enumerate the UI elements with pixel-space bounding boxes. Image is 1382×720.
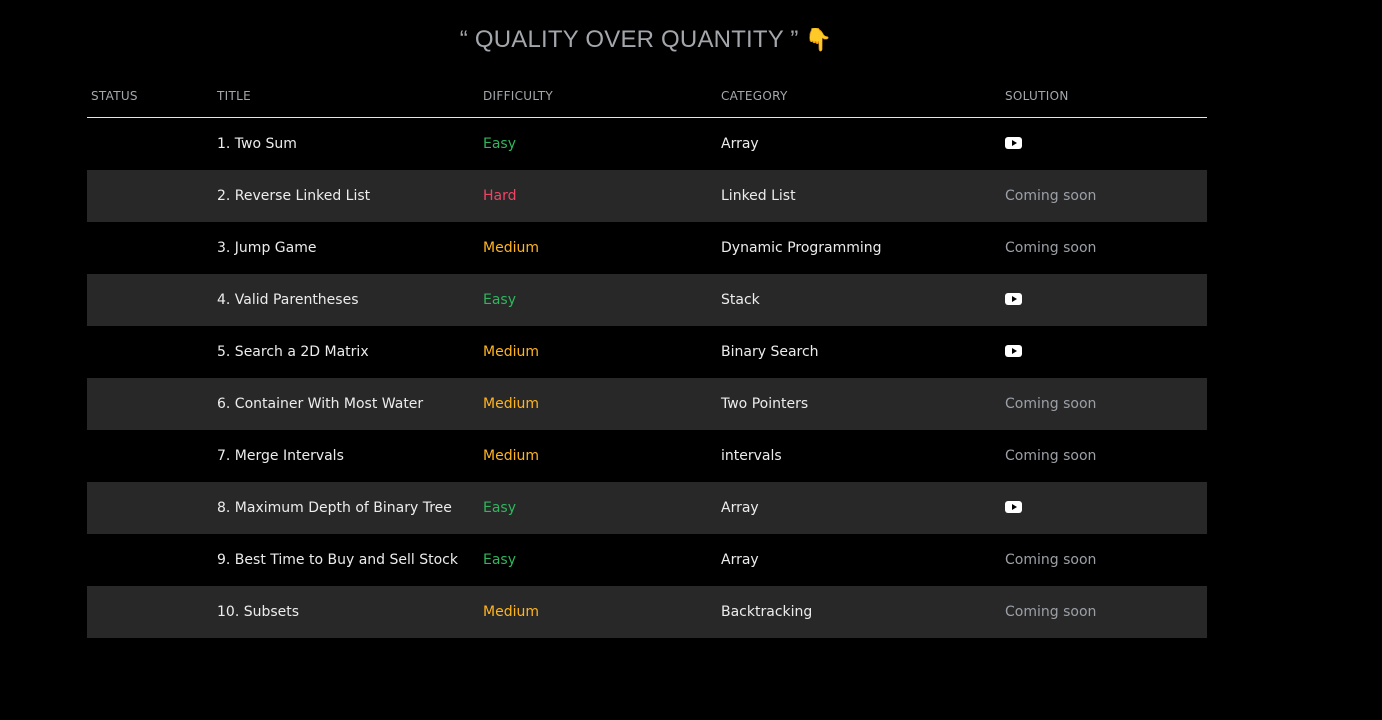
problem-title-link[interactable]: 1. Two Sum xyxy=(217,118,477,170)
coming-soon-text: Coming soon xyxy=(1005,240,1097,256)
problem-title-link[interactable]: 2. Reverse Linked List xyxy=(217,170,477,222)
table-row: 2. Reverse Linked List Hard Linked List Com… xyxy=(87,170,1207,222)
page-title-text: “ QUALITY OVER QUANTITY ” xyxy=(459,26,799,53)
status-cell[interactable] xyxy=(91,118,211,170)
category-label: Array xyxy=(721,136,759,152)
solution-cell: Coming soon xyxy=(1005,430,1205,482)
problem-title-link[interactable]: 4. Valid Parentheses xyxy=(217,274,477,326)
problem-title-link[interactable]: 10. Subsets xyxy=(217,586,477,638)
category-label: Binary Search xyxy=(721,344,819,360)
status-cell[interactable] xyxy=(91,222,211,274)
youtube-icon[interactable] xyxy=(1005,500,1022,513)
coming-soon-text: Coming soon xyxy=(1005,552,1097,568)
table-row: 5. Search a 2D Matrix Medium Binary Search xyxy=(87,326,1207,378)
status-cell[interactable] xyxy=(91,586,211,638)
column-header-difficulty: DIFFICULTY xyxy=(483,89,553,103)
solution-cell: Coming soon xyxy=(1005,222,1205,274)
table-row: 8. Maximum Depth of Binary Tree Easy Array xyxy=(87,482,1207,534)
pointing-down-icon: 👇 xyxy=(804,28,833,53)
problem-title-link[interactable]: 9. Best Time to Buy and Sell Stock xyxy=(217,534,477,586)
table-row: 4. Valid Parentheses Easy Stack xyxy=(87,274,1207,326)
table-row: 9. Best Time to Buy and Sell Stock Easy Ar… xyxy=(87,534,1207,586)
status-cell[interactable] xyxy=(91,430,211,482)
status-cell[interactable] xyxy=(91,274,211,326)
category-label: Array xyxy=(721,500,759,516)
difficulty-label: Medium xyxy=(483,448,539,464)
difficulty-label: Easy xyxy=(483,292,517,308)
difficulty-label: Easy xyxy=(483,136,517,152)
problems-table: STATUS TITLE DIFFICULTY CATEGORY SOLUTIO… xyxy=(87,78,1207,638)
column-header-solution: SOLUTION xyxy=(1005,89,1069,103)
difficulty-label: Easy xyxy=(483,552,517,568)
table-body: 1. Two Sum Easy Array 2. Reverse Linked Lis… xyxy=(87,118,1207,638)
coming-soon-text: Coming soon xyxy=(1005,396,1097,412)
category-label: Stack xyxy=(721,292,760,308)
category-label: Two Pointers xyxy=(721,396,809,412)
coming-soon-text: Coming soon xyxy=(1005,604,1097,620)
status-cell[interactable] xyxy=(91,170,211,222)
coming-soon-text: Coming soon xyxy=(1005,448,1097,464)
status-cell[interactable] xyxy=(91,326,211,378)
category-label: Backtracking xyxy=(721,604,813,620)
difficulty-label: Medium xyxy=(483,344,539,360)
problem-title-link[interactable]: 7. Merge Intervals xyxy=(217,430,477,482)
difficulty-label: Easy xyxy=(483,500,517,516)
status-cell[interactable] xyxy=(91,378,211,430)
table-row: 7. Merge Intervals Medium intervals Coming … xyxy=(87,430,1207,482)
solution-cell: Coming soon xyxy=(1005,378,1205,430)
problem-title-link[interactable]: 5. Search a 2D Matrix xyxy=(217,326,477,378)
table-row: 10. Subsets Medium Backtracking Coming soon xyxy=(87,586,1207,638)
table-row: 1. Two Sum Easy Array xyxy=(87,118,1207,170)
category-label: Linked List xyxy=(721,188,796,204)
problem-title-link[interactable]: 8. Maximum Depth of Binary Tree xyxy=(217,482,477,534)
table-header: STATUS TITLE DIFFICULTY CATEGORY SOLUTIO… xyxy=(87,78,1207,118)
youtube-icon[interactable] xyxy=(1005,344,1022,357)
table-row: 3. Jump Game Medium Dynamic Programming Com… xyxy=(87,222,1207,274)
solution-cell xyxy=(1005,482,1205,534)
status-cell[interactable] xyxy=(91,534,211,586)
youtube-icon[interactable] xyxy=(1005,292,1022,305)
solution-cell xyxy=(1005,118,1205,170)
category-label: Array xyxy=(721,552,759,568)
difficulty-label: Hard xyxy=(483,188,517,204)
column-header-title: TITLE xyxy=(217,89,251,103)
solution-cell: Coming soon xyxy=(1005,586,1205,638)
problem-title-link[interactable]: 6. Container With Most Water xyxy=(217,378,477,430)
status-cell[interactable] xyxy=(91,482,211,534)
coming-soon-text: Coming soon xyxy=(1005,188,1097,204)
difficulty-label: Medium xyxy=(483,604,539,620)
solution-cell xyxy=(1005,274,1205,326)
category-label: Dynamic Programming xyxy=(721,240,882,256)
column-header-category: CATEGORY xyxy=(721,89,788,103)
column-header-status: STATUS xyxy=(91,89,138,103)
table-row: 6. Container With Most Water Medium Two Po… xyxy=(87,378,1207,430)
solution-cell: Coming soon xyxy=(1005,170,1205,222)
solution-cell xyxy=(1005,326,1205,378)
difficulty-label: Medium xyxy=(483,396,539,412)
problem-title-link[interactable]: 3. Jump Game xyxy=(217,222,477,274)
difficulty-label: Medium xyxy=(483,240,539,256)
youtube-icon[interactable] xyxy=(1005,136,1022,149)
solution-cell: Coming soon xyxy=(1005,534,1205,586)
page-title: “ QUALITY OVER QUANTITY ” 👇 xyxy=(0,22,1292,58)
category-label: intervals xyxy=(721,448,782,464)
